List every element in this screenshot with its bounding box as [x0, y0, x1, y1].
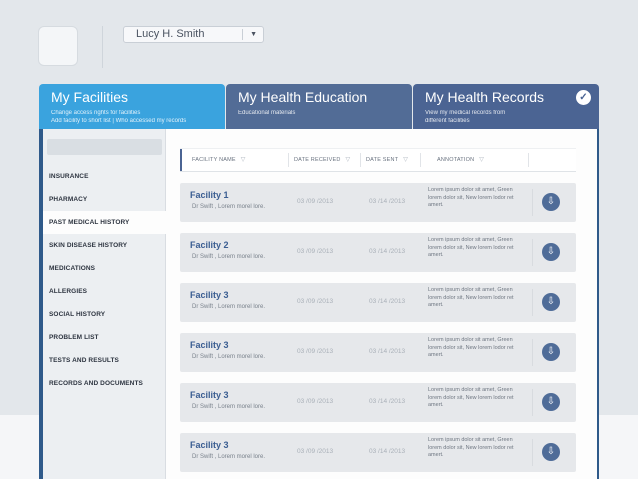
table-row[interactable]: Facility 1 Dr Swift , Lorem morel lore. … — [180, 183, 576, 222]
download-icon[interactable]: ⇩ — [542, 243, 560, 261]
sidebar-item-records-and-documents[interactable]: RECORDS AND DOCUMENTS — [43, 372, 165, 395]
facility-name[interactable]: Facility 3 — [190, 340, 229, 350]
row-divider — [532, 439, 533, 466]
date-sent: 03 /14 /2013 — [369, 448, 406, 455]
date-received: 03 /09 /2013 — [297, 298, 334, 305]
sidebar-item-pharmacy[interactable]: PHARMACY — [43, 188, 165, 211]
column-divider — [360, 153, 361, 167]
date-sent: 03 /14 /2013 — [369, 298, 406, 305]
facility-name[interactable]: Facility 3 — [190, 290, 229, 300]
sidebar-search[interactable] — [47, 139, 162, 155]
tab-my-facilities[interactable]: My Facilities Change access rights for f… — [39, 84, 225, 129]
records-panel: INSURANCE PHARMACY PAST MEDICAL HISTORY … — [39, 129, 599, 479]
date-sent: 03 /14 /2013 — [369, 348, 406, 355]
check-icon: ✓ — [576, 90, 591, 105]
annotation: Lorem ipsum dolor sit amet, Green lorem … — [428, 187, 514, 208]
records-table: FACILITY NAME ▽ DATE RECEIVED ▽ DATE SENT ▽… — [176, 129, 581, 479]
filter-icon[interactable]: ▽ — [346, 157, 351, 163]
date-received: 03 /09 /2013 — [297, 398, 334, 405]
tab-title: My Facilities — [51, 89, 129, 105]
row-divider — [532, 189, 533, 216]
column-divider — [528, 153, 529, 167]
table-row[interactable]: Facility 3 Dr Swift , Lorem morel lore. … — [180, 283, 576, 322]
column-date-sent[interactable]: DATE SENT ▽ — [366, 149, 408, 171]
tab-subtitle: Educational materials — [238, 110, 296, 116]
annotation: Lorem ipsum dolor sit amet, Green lorem … — [428, 237, 514, 258]
sidebar-item-medications[interactable]: MEDICATIONS — [43, 257, 165, 280]
annotation: Lorem ipsum dolor sit amet, Green lorem … — [428, 287, 514, 308]
facility-doctor: Dr Swift , Lorem morel lore. — [192, 454, 266, 460]
tab-subtitle: View my medical records from — [425, 110, 506, 116]
header-accent — [180, 149, 182, 171]
sidebar-item-tests-and-results[interactable]: TESTS AND RESULTS — [43, 349, 165, 372]
select-divider — [242, 29, 243, 40]
user-select[interactable]: Lucy H. Smith ▼ — [123, 26, 264, 43]
row-divider — [532, 239, 533, 266]
download-icon[interactable]: ⇩ — [542, 443, 560, 461]
annotation: Lorem ipsum dolor sit amet, Green lorem … — [428, 337, 514, 358]
sidebar-item-skin-disease-history[interactable]: SKIN DISEASE HISTORY — [43, 234, 165, 257]
facility-name[interactable]: Facility 3 — [190, 440, 229, 450]
tab-subtitle-2: Add facility to short list | Who accesse… — [51, 118, 187, 124]
table-row[interactable]: Facility 3 Dr Swift , Lorem morel lore. … — [180, 433, 576, 472]
tab-title: My Health Education — [238, 89, 368, 105]
chevron-down-icon: ▼ — [250, 31, 257, 38]
download-icon[interactable]: ⇩ — [542, 293, 560, 311]
facility-doctor: Dr Swift , Lorem morel lore. — [192, 354, 266, 360]
filter-icon[interactable]: ▽ — [241, 157, 246, 163]
column-label: DATE SENT — [366, 157, 399, 163]
annotation: Lorem ipsum dolor sit amet, Green lorem … — [428, 437, 514, 458]
column-facility-name[interactable]: FACILITY NAME ▽ — [192, 149, 246, 171]
avatar[interactable] — [38, 26, 78, 66]
filter-icon[interactable]: ▽ — [403, 157, 408, 163]
row-divider — [532, 389, 533, 416]
column-date-received[interactable]: DATE RECEIVED ▽ — [294, 149, 350, 171]
date-received: 03 /09 /2013 — [297, 248, 334, 255]
column-label: ANNOTATION — [437, 157, 475, 163]
annotation: Lorem ipsum dolor sit amet, Green lorem … — [428, 387, 514, 408]
download-icon[interactable]: ⇩ — [542, 393, 560, 411]
column-divider — [288, 153, 289, 167]
column-label: DATE RECEIVED — [294, 157, 341, 163]
sidebar-item-insurance[interactable]: INSURANCE — [43, 165, 165, 188]
facility-doctor: Dr Swift , Lorem morel lore. — [192, 204, 266, 210]
facility-name[interactable]: Facility 2 — [190, 240, 229, 250]
download-icon[interactable]: ⇩ — [542, 193, 560, 211]
facility-doctor: Dr Swift , Lorem morel lore. — [192, 254, 266, 260]
header-divider — [102, 26, 103, 68]
column-label: FACILITY NAME — [192, 157, 236, 163]
tab-title: My Health Records — [425, 89, 545, 105]
facility-name[interactable]: Facility 3 — [190, 390, 229, 400]
row-divider — [532, 289, 533, 316]
tab-subtitle-2: different facilities — [425, 118, 470, 124]
column-annotation[interactable]: ANNOTATION ▽ — [437, 149, 484, 171]
date-sent: 03 /14 /2013 — [369, 248, 406, 255]
facility-name[interactable]: Facility 1 — [190, 190, 229, 200]
date-received: 03 /09 /2013 — [297, 448, 334, 455]
table-row[interactable]: Facility 3 Dr Swift , Lorem morel lore. … — [180, 333, 576, 372]
facility-doctor: Dr Swift , Lorem morel lore. — [192, 404, 266, 410]
row-divider — [532, 339, 533, 366]
column-divider — [420, 153, 421, 167]
tab-subtitle: Change access rights for facilities — [51, 110, 141, 116]
filter-icon[interactable]: ▽ — [479, 157, 484, 163]
table-row[interactable]: Facility 2 Dr Swift , Lorem morel lore. … — [180, 233, 576, 272]
date-received: 03 /09 /2013 — [297, 348, 334, 355]
table-row[interactable]: Facility 3 Dr Swift , Lorem morel lore. … — [180, 383, 576, 422]
sidebar-item-social-history[interactable]: SOCIAL HISTORY — [43, 303, 165, 326]
sidebar-item-problem-list[interactable]: PROBLEM LIST — [43, 326, 165, 349]
date-received: 03 /09 /2013 — [297, 198, 334, 205]
tab-my-health-education[interactable]: My Health Education Educational material… — [226, 84, 412, 129]
sidebar-item-allergies[interactable]: ALLERGIES — [43, 280, 165, 303]
sidebar-item-past-medical-history[interactable]: PAST MEDICAL HISTORY — [43, 211, 167, 234]
user-name: Lucy H. Smith — [136, 28, 205, 40]
date-sent: 03 /14 /2013 — [369, 398, 406, 405]
table-header: FACILITY NAME ▽ DATE RECEIVED ▽ DATE SENT ▽… — [180, 148, 576, 172]
download-icon[interactable]: ⇩ — [542, 343, 560, 361]
facility-doctor: Dr Swift , Lorem morel lore. — [192, 304, 266, 310]
date-sent: 03 /14 /2013 — [369, 198, 406, 205]
sidebar: INSURANCE PHARMACY PAST MEDICAL HISTORY … — [43, 129, 167, 479]
tab-my-health-records[interactable]: My Health Records View my medical record… — [413, 84, 599, 129]
